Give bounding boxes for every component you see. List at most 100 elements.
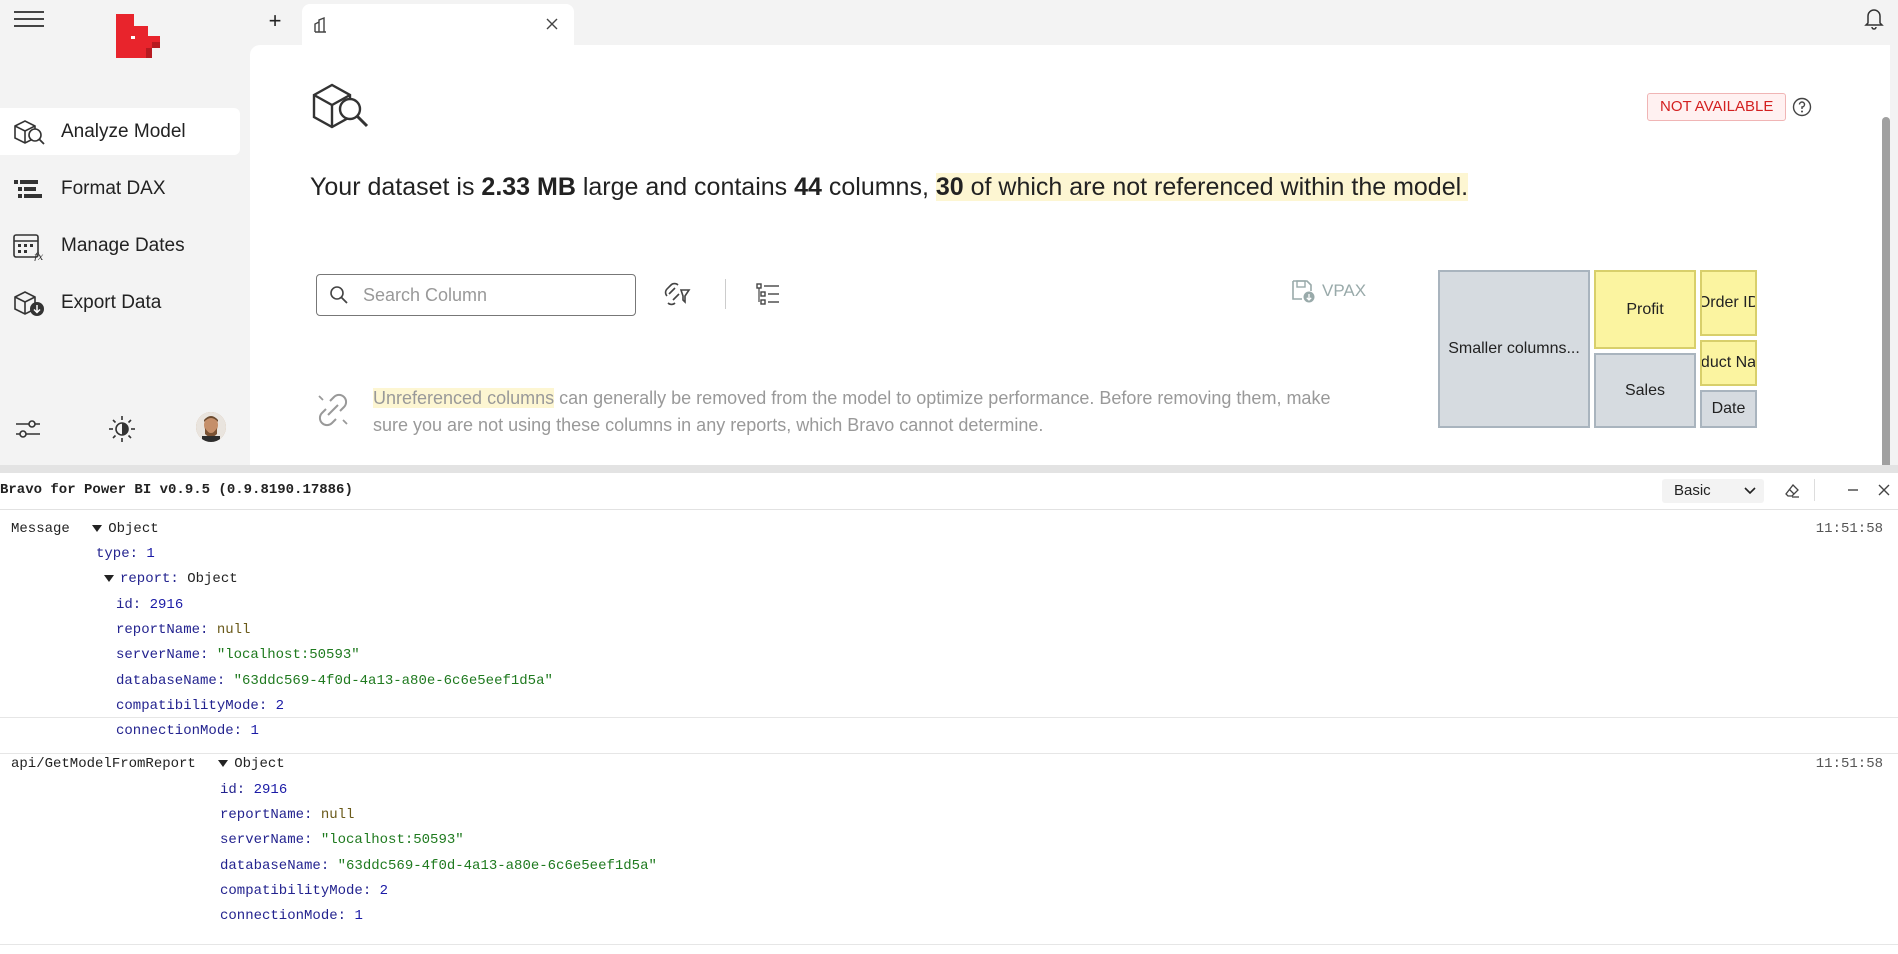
search-column-box xyxy=(316,274,636,316)
property-value: 2 xyxy=(275,698,285,714)
expand-triangle-icon[interactable] xyxy=(104,574,114,582)
property-value: 1 xyxy=(250,723,259,739)
analyze-model-icon xyxy=(14,120,45,145)
treemap-tile-sales[interactable]: Sales xyxy=(1594,353,1696,428)
property-row: type: 1 xyxy=(96,546,155,562)
summary-text: columns, xyxy=(821,173,936,201)
treemap-tile-profit[interactable]: Profit xyxy=(1594,270,1696,349)
property-key: id: xyxy=(220,782,246,798)
notifications-bell-icon[interactable] xyxy=(1862,6,1886,30)
analyze-model-page: NOT AVAILABLE Your dataset is 2.33 MB la… xyxy=(250,45,1890,465)
search-icon xyxy=(330,286,348,304)
bravo-logo xyxy=(116,14,160,58)
column-size-treemap: Smaller columns... Profit Order ID Sales… xyxy=(1438,270,1763,428)
export-data-icon xyxy=(14,291,44,316)
treemap-tile-date[interactable]: Date xyxy=(1700,390,1757,428)
header-separator xyxy=(1814,479,1815,501)
treemap-label: Date xyxy=(1711,400,1746,417)
sidebar-nav: Analyze Model Format DAX fx Manage Dates xyxy=(0,108,240,336)
property-key: databaseName: xyxy=(116,673,226,689)
message-header[interactable]: Message Object xyxy=(11,521,159,537)
message-divider xyxy=(0,944,1898,945)
unreferenced-columns-highlight: Unreferenced columns xyxy=(373,388,555,408)
console-message: api/GetModelFromReport Object 11:51:58 i… xyxy=(0,753,1898,954)
vpax-label: VPAX xyxy=(1322,281,1367,300)
summary-text: of which are not referenced within the m… xyxy=(963,173,1469,201)
timestamp: 11:51:58 xyxy=(1815,756,1883,772)
property-value: "63ddc569-4f0d-4a13-a80e-6c6e5eef1d5a" xyxy=(233,673,553,689)
close-tab-icon[interactable] xyxy=(544,16,560,32)
summary-text: large and contains xyxy=(575,173,795,201)
sidebar-item-label: Analyze Model xyxy=(61,120,186,142)
column-count: 44 xyxy=(794,173,822,201)
property-row: databaseName: "63ddc569-4f0d-4a13-a80e-6… xyxy=(220,858,657,874)
timestamp: 11:51:58 xyxy=(1815,521,1883,537)
save-vpax-icon xyxy=(1292,280,1315,303)
property-value: 2916 xyxy=(149,597,184,613)
filter-unreferenced-icon[interactable] xyxy=(663,278,695,308)
settings-sliders-icon[interactable] xyxy=(13,414,43,444)
property-value: 1 xyxy=(146,546,155,562)
property-row: id: 2916 xyxy=(116,597,183,613)
property-value: "localhost:50593" xyxy=(216,647,360,663)
sidebar-item-manage-dates[interactable]: fx Manage Dates xyxy=(0,222,240,269)
svg-text:fx: fx xyxy=(33,252,44,261)
add-tab-button[interactable]: + xyxy=(260,6,290,36)
property-row: databaseName: "63ddc569-4f0d-4a13-a80e-6… xyxy=(116,673,553,689)
close-icon[interactable] xyxy=(1877,482,1891,498)
property-key: report: xyxy=(120,571,179,587)
property-row: compatibilityMode: 2 xyxy=(116,698,284,714)
vpax-export-button[interactable]: VPAX xyxy=(1290,277,1366,305)
user-avatar[interactable] xyxy=(196,412,226,442)
property-row: serverName: "localhost:50593" xyxy=(220,832,464,848)
tab-report[interactable] xyxy=(302,4,574,45)
property-key: serverName: xyxy=(220,832,313,848)
object-type: Object xyxy=(108,521,159,537)
log-level-value: Basic xyxy=(1674,482,1711,499)
unreferenced-info: Unreferenced columns can generally be re… xyxy=(373,385,1353,439)
property-key: reportName: xyxy=(116,622,209,638)
property-value: 2916 xyxy=(253,782,288,798)
treemap-label: Smaller columns... xyxy=(1448,340,1580,357)
treemap-label: oduct Nan xyxy=(1700,354,1757,371)
treemap-tile-order-id[interactable]: Order ID xyxy=(1700,270,1757,336)
unreferenced-highlight: 30 of which are not referenced within th… xyxy=(935,173,1469,201)
property-row: serverName: "localhost:50593" xyxy=(116,647,360,663)
message-label: api/GetModelFromReport xyxy=(11,756,196,772)
property-row: reportName: null xyxy=(116,622,250,638)
property-value: Object xyxy=(187,571,238,587)
search-input[interactable] xyxy=(361,281,625,309)
theme-toggle-icon[interactable] xyxy=(107,414,137,444)
help-icon[interactable] xyxy=(1792,97,1812,117)
sidebar-item-analyze-model[interactable]: Analyze Model xyxy=(0,108,240,155)
treemap-label: Order ID xyxy=(1700,294,1757,311)
sidebar-item-format-dax[interactable]: Format DAX xyxy=(0,165,240,212)
expand-triangle-icon[interactable] xyxy=(218,759,229,767)
property-value: 2 xyxy=(379,883,389,899)
message-header[interactable]: api/GetModelFromReport Object xyxy=(11,756,285,772)
property-row: connectionMode: 1 xyxy=(220,908,363,924)
clear-console-icon[interactable] xyxy=(1784,483,1800,499)
menu-icon[interactable] xyxy=(14,6,44,34)
format-dax-icon xyxy=(14,180,42,198)
treemap-tile-product-name[interactable]: oduct Nan xyxy=(1700,340,1757,386)
vertical-scrollbar[interactable] xyxy=(1882,117,1890,465)
property-value: null xyxy=(216,622,251,638)
treemap-label: Sales xyxy=(1624,381,1666,399)
chevron-down-icon xyxy=(1744,487,1756,495)
devtools-resize-handle[interactable] xyxy=(0,465,1898,473)
sidebar-item-export-data[interactable]: Export Data xyxy=(0,279,240,326)
list-view-icon[interactable] xyxy=(753,279,783,309)
property-key: compatibilityMode: xyxy=(220,883,372,899)
log-level-select[interactable]: Basic xyxy=(1662,479,1764,503)
treemap-tile-smaller-columns[interactable]: Smaller columns... xyxy=(1438,270,1590,428)
sidebar-item-label: Export Data xyxy=(61,291,162,313)
manage-dates-icon: fx xyxy=(13,234,44,261)
analyze-model-icon xyxy=(312,83,369,129)
property-key: type: xyxy=(96,546,139,562)
expand-triangle-icon[interactable] xyxy=(92,524,103,532)
minimize-icon[interactable] xyxy=(1846,482,1860,498)
property-row-report[interactable]: report: Object xyxy=(104,571,238,587)
app-window: Analyze Model Format DAX fx Manage Dates xyxy=(0,0,1898,465)
property-row: id: 2916 xyxy=(220,782,287,798)
